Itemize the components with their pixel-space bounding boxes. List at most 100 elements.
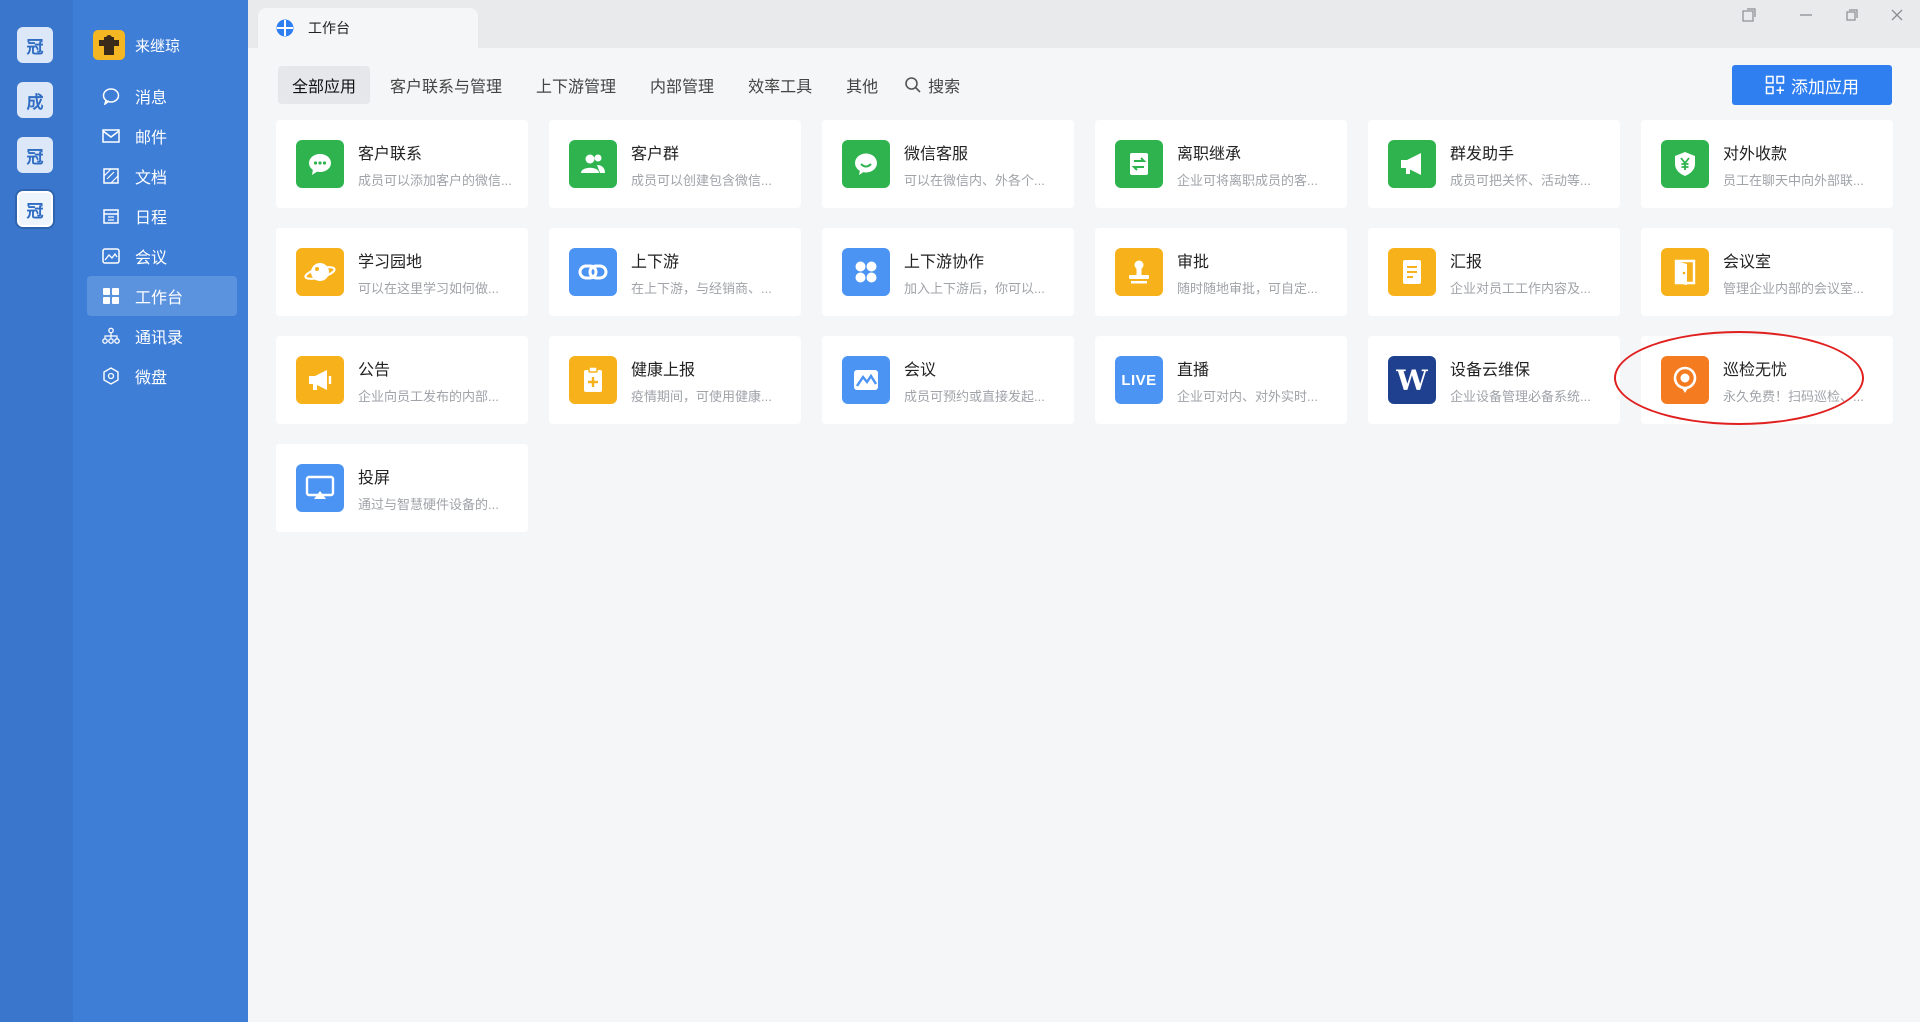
screen-cast-icon: [296, 464, 344, 512]
filter-other[interactable]: 其他: [832, 66, 892, 104]
app-text: 上下游协作 加入上下游后，你可以...: [904, 248, 1064, 297]
app-card[interactable]: 投屏 通过与智慧硬件设备的...: [276, 444, 528, 532]
live-icon: LIVE: [1115, 356, 1163, 404]
app-card[interactable]: 健康上报 疫情期间，可使用健康...: [549, 336, 801, 424]
app-description: 员工在聊天中向外部联...: [1723, 172, 1864, 188]
app-card[interactable]: 公告 企业向员工发布的内部...: [276, 336, 528, 424]
app-card[interactable]: 审批 随时随地审批，可自定...: [1095, 228, 1347, 316]
app-card[interactable]: 客户群 成员可以创建包含微信...: [549, 120, 801, 208]
location-pin-icon: [1661, 356, 1709, 404]
tab-workbench[interactable]: 工作台: [258, 8, 478, 48]
nav-item-messages[interactable]: 消息: [87, 76, 237, 116]
app-text: 设备云维保 企业设备管理必备系统...: [1450, 356, 1610, 405]
app-description: 成员可以添加客户的微信...: [358, 172, 512, 188]
app-card[interactable]: 会议 成员可预约或直接发起...: [822, 336, 1074, 424]
app-description: 成员可以创建包含微信...: [631, 172, 772, 188]
report-doc-icon: [1388, 248, 1436, 296]
app-description: 疫情期间，可使用健康...: [631, 388, 772, 404]
app-name: 巡检无忧: [1723, 361, 1788, 379]
contacts-tree-icon: [101, 326, 121, 346]
app-text: 巡检无忧 永久免费！扫码巡检、...: [1723, 356, 1883, 405]
nav-item-docs[interactable]: 文档: [87, 156, 237, 196]
app-description: 成员可把关怀、活动等...: [1450, 172, 1591, 188]
profile-name: 来继琼: [135, 37, 181, 55]
nav-label: 文档: [135, 170, 168, 187]
app-description: 企业可将离职成员的客...: [1177, 172, 1318, 188]
account-switch-3[interactable]: 冠: [17, 137, 53, 173]
calendar-icon: [101, 206, 121, 226]
app-text: 离职继承 企业可将离职成员的客...: [1177, 140, 1337, 189]
app-card[interactable]: 离职继承 企业可将离职成员的客...: [1095, 120, 1347, 208]
account-switch-1[interactable]: 冠: [17, 27, 53, 63]
app-card[interactable]: 巡检无忧 永久免费！扫码巡检、...: [1641, 336, 1893, 424]
app-text: 会议 成员可预约或直接发起...: [904, 356, 1064, 405]
app-text: 汇报 企业对员工工作内容及...: [1450, 248, 1610, 297]
nav-item-meeting[interactable]: 会议: [87, 236, 237, 276]
app-card[interactable]: 汇报 企业对员工工作内容及...: [1368, 228, 1620, 316]
nav-item-cloud-disk[interactable]: 微盘: [87, 356, 237, 396]
filter-customer-contact[interactable]: 客户联系与管理: [376, 66, 516, 104]
app-card[interactable]: W 设备云维保 企业设备管理必备系统...: [1368, 336, 1620, 424]
app-name: 微信客服: [904, 145, 969, 163]
filter-upstream-downstream[interactable]: 上下游管理: [522, 66, 630, 104]
minimize-icon[interactable]: [1795, 4, 1817, 26]
link-icon: [569, 248, 617, 296]
nav-item-workbench[interactable]: 工作台: [87, 276, 237, 316]
filter-internal-management[interactable]: 内部管理: [636, 66, 728, 104]
app-name: 上下游协作: [904, 253, 985, 271]
service-chat-icon: [842, 140, 890, 188]
clipboard-plus-icon: [569, 356, 617, 404]
search-label: 搜索: [928, 79, 961, 96]
add-app-label: 添加应用: [1791, 77, 1859, 97]
nav-item-calendar[interactable]: 日程: [87, 196, 237, 236]
app-grid: 客户联系成员可以添加客户的微信... 客户群 成员可以创建包含微信... 微信客服可以…: [276, 120, 1893, 532]
filter-efficiency-tools[interactable]: 效率工具: [734, 66, 826, 104]
app-card[interactable]: 客户联系成员可以添加客户的微信...: [276, 120, 528, 208]
account-switch-2[interactable]: 成: [17, 82, 53, 118]
app-text: 上下游 在上下游，与经销商、...: [631, 248, 791, 297]
avatar: [93, 30, 125, 60]
chat-bubble-icon: [101, 86, 121, 106]
app-name: 客户联系: [358, 145, 423, 163]
nav-sidebar: 来继琼 消息 邮件 文档 日程 会议 工作台 通讯录 微盘: [73, 0, 248, 1022]
app-description: 可以在微信内、外各个...: [904, 172, 1045, 188]
app-card[interactable]: 对外收款员工在聊天中向外部联...: [1641, 120, 1893, 208]
cloud-disk-icon: [101, 366, 121, 386]
pin-window-icon[interactable]: [1738, 4, 1760, 26]
app-text: 微信客服可以在微信内、外各个...: [904, 140, 1064, 189]
icon-badge-text: W: [1396, 363, 1428, 397]
account-switch-4[interactable]: 冠: [17, 191, 53, 227]
app-name: 汇报: [1450, 253, 1483, 271]
nav-label: 日程: [135, 210, 168, 227]
filter-all-apps[interactable]: 全部应用: [278, 66, 371, 104]
stamp-icon: [1115, 248, 1163, 296]
meeting-icon: [101, 246, 121, 266]
search-button[interactable]: 搜索: [898, 73, 966, 97]
title-bar: 工作台: [248, 0, 1920, 48]
app-name: 会议: [904, 361, 937, 379]
app-card[interactable]: 上下游 在上下游，与经销商、...: [549, 228, 801, 316]
add-app-button[interactable]: 添加应用: [1732, 65, 1892, 105]
app-description: 管理企业内部的会议室...: [1723, 280, 1864, 296]
profile[interactable]: 来继琼: [93, 30, 180, 60]
restore-icon[interactable]: [1841, 4, 1863, 26]
app-text: 会议室 管理企业内部的会议室...: [1723, 248, 1883, 297]
app-card[interactable]: 微信客服可以在微信内、外各个...: [822, 120, 1074, 208]
app-card[interactable]: 上下游协作 加入上下游后，你可以...: [822, 228, 1074, 316]
app-description: 在上下游，与经销商、...: [631, 280, 772, 296]
app-text: 群发助手成员可把关怀、活动等...: [1450, 140, 1610, 189]
app-card[interactable]: 会议室 管理企业内部的会议室...: [1641, 228, 1893, 316]
app-card[interactable]: LIVE 直播 企业可对内、对外实时...: [1095, 336, 1347, 424]
nav-label: 工作台: [135, 290, 184, 307]
close-icon[interactable]: [1886, 4, 1908, 26]
app-description: 企业设备管理必备系统...: [1450, 388, 1591, 404]
app-name: 群发助手: [1450, 145, 1515, 163]
app-text: 客户联系成员可以添加客户的微信...: [358, 140, 518, 189]
app-description: 随时随地审批，可自定...: [1177, 280, 1318, 296]
app-card[interactable]: 学习园地 可以在这里学习如何做...: [276, 228, 528, 316]
nav-item-mail[interactable]: 邮件: [87, 116, 237, 156]
app-card[interactable]: 群发助手成员可把关怀、活动等...: [1368, 120, 1620, 208]
app-name: 对外收款: [1723, 145, 1788, 163]
nav-item-contacts[interactable]: 通讯录: [87, 316, 237, 356]
app-text: 审批 随时随地审批，可自定...: [1177, 248, 1337, 297]
